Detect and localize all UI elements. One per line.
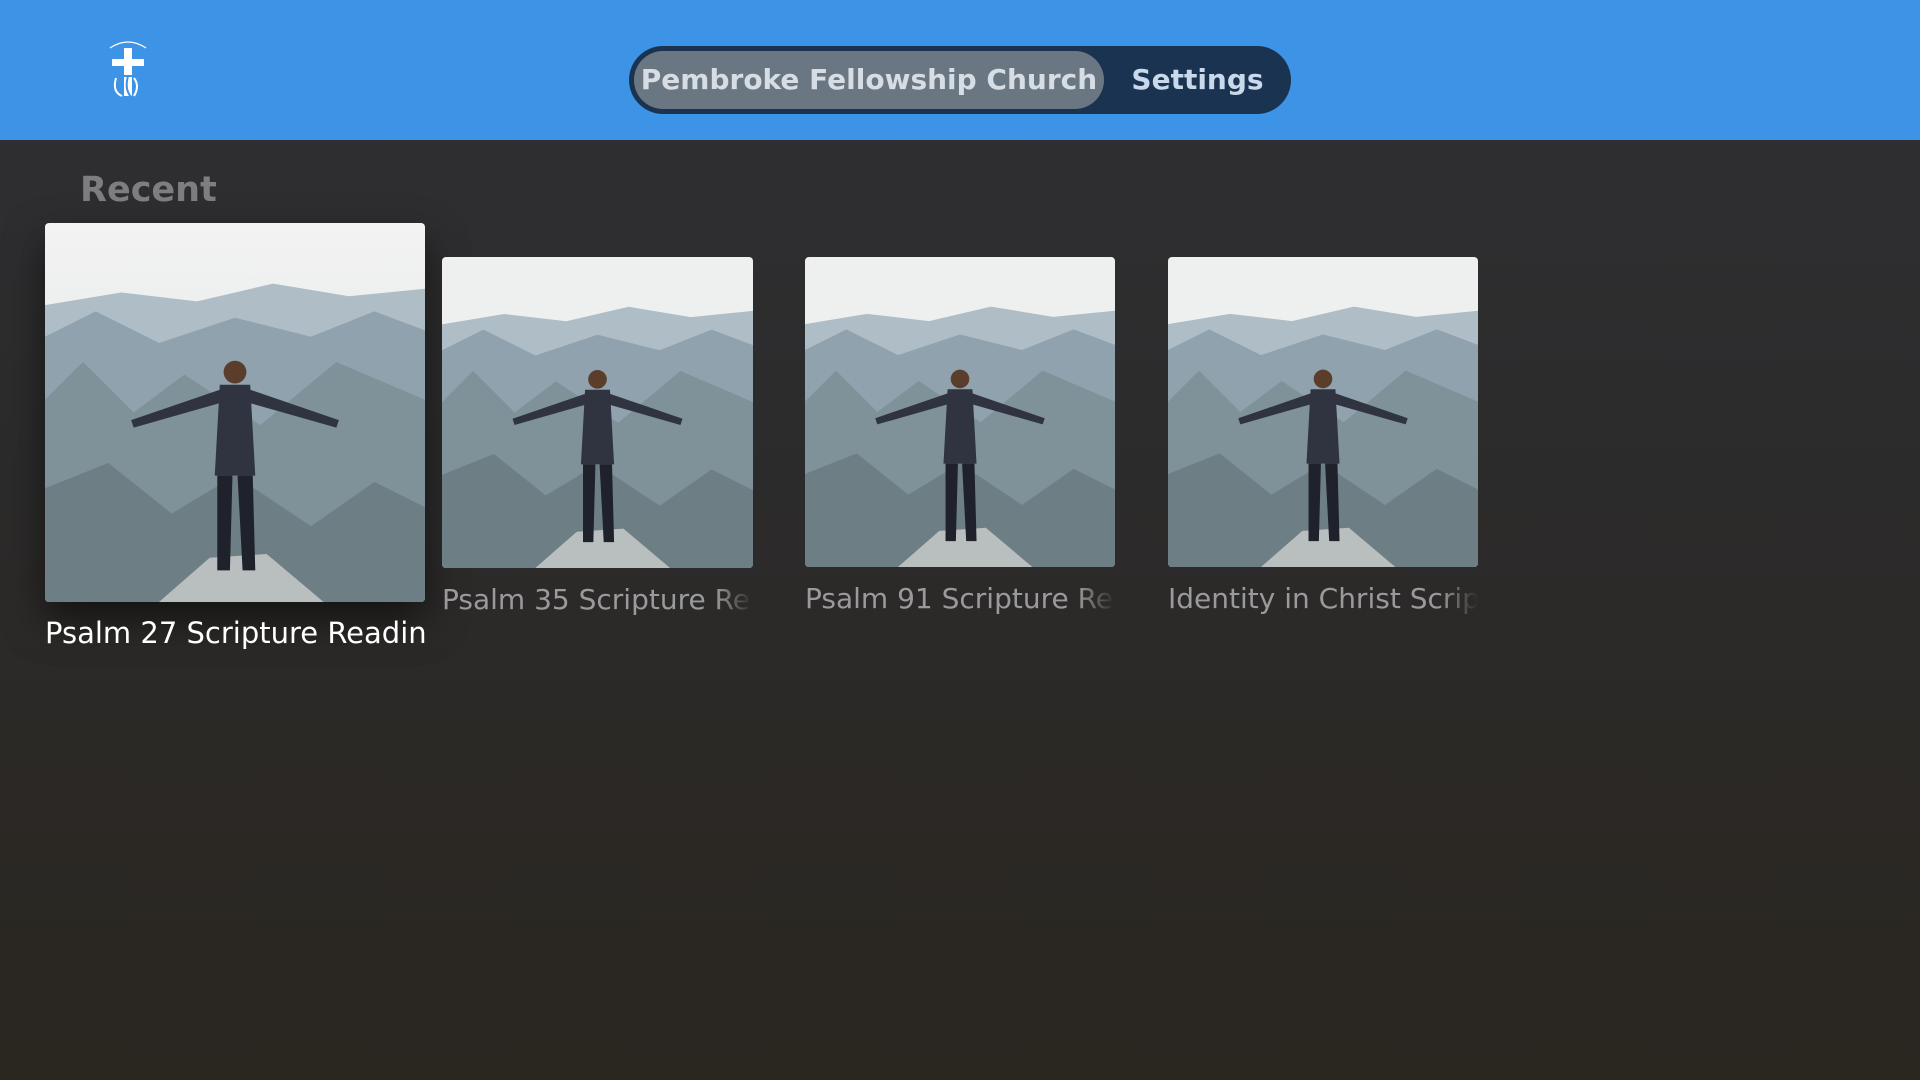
recent-item-title: Identity in Christ Scripture Reading [1168, 582, 1478, 615]
recent-item-title: Psalm 35 Scripture Reading [442, 583, 753, 616]
cross-icon [109, 41, 147, 99]
church-cross-logo [104, 38, 152, 104]
top-bar: Pembroke Fellowship Church Settings [0, 0, 1920, 140]
top-navigation: Pembroke Fellowship Church Settings [629, 46, 1291, 114]
recent-item-psalm-91[interactable]: Psalm 91 Scripture Reading [805, 257, 1115, 627]
video-thumbnail [1168, 257, 1478, 567]
tab-settings[interactable]: Settings [1104, 51, 1291, 109]
tab-pembroke-fellowship-church[interactable]: Pembroke Fellowship Church [634, 51, 1104, 109]
recent-item-identity-in-christ[interactable]: Identity in Christ Scripture Reading [1168, 257, 1478, 627]
recent-item-title: Psalm 91 Scripture Reading [805, 582, 1115, 615]
recent-item-psalm-35[interactable]: Psalm 35 Scripture Reading [442, 257, 753, 627]
recent-item-title: Psalm 27 Scripture Reading [45, 616, 425, 650]
video-thumbnail [45, 223, 425, 602]
video-thumbnail [805, 257, 1115, 567]
video-thumbnail [442, 257, 753, 568]
recent-item-psalm-27[interactable]: Psalm 27 Scripture Reading [45, 223, 425, 663]
recent-section-title: Recent [80, 170, 217, 210]
